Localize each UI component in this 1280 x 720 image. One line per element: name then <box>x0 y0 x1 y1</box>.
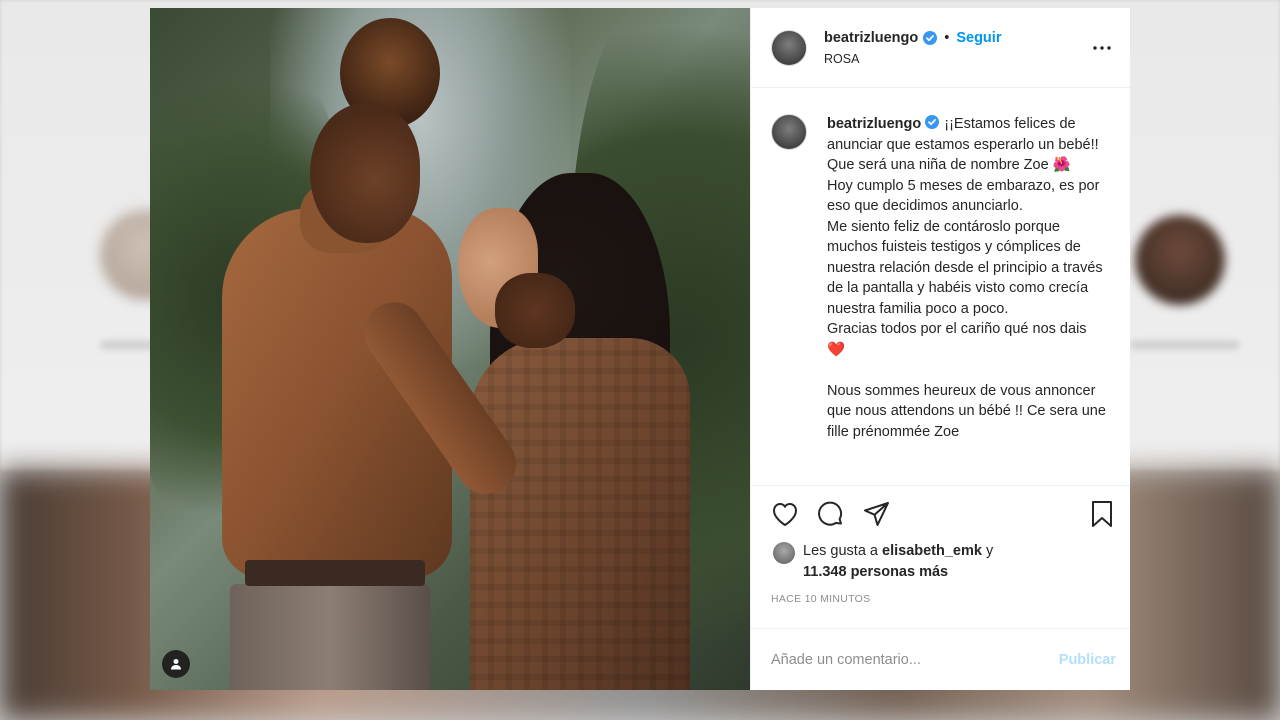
user-tag-icon[interactable] <box>162 650 190 678</box>
caption-avatar[interactable] <box>771 114 807 150</box>
likes-count-link[interactable]: 11.348 personas más <box>803 564 948 580</box>
comments-area[interactable]: beatrizluengo ¡¡Estamos felices de anunci… <box>751 88 1130 485</box>
share-icon[interactable] <box>861 498 893 530</box>
photo-man-hand <box>495 273 575 348</box>
comment-input[interactable] <box>771 651 1059 668</box>
follow-button[interactable]: Seguir <box>956 30 1001 46</box>
bookmark-icon[interactable] <box>1086 498 1118 530</box>
heart-icon[interactable] <box>769 498 801 530</box>
header-text: beatrizluengo • Seguir ROSA <box>824 30 1001 66</box>
post-timestamp[interactable]: HACE 10 MINUTOS <box>751 582 1130 628</box>
more-options-icon[interactable] <box>1090 36 1114 60</box>
background-avatar-right <box>1135 215 1225 305</box>
comment-icon[interactable] <box>815 498 847 530</box>
caption-text: beatrizluengo ¡¡Estamos felices de anunci… <box>827 114 1107 442</box>
liker-username-link[interactable]: elisabeth_emk <box>882 543 982 559</box>
caption-body: ¡¡Estamos felices de anunciar que estamo… <box>827 116 1106 440</box>
avatar[interactable] <box>771 29 807 66</box>
verified-badge-icon <box>923 30 938 45</box>
post-photo[interactable] <box>150 8 750 690</box>
background-text-right <box>1130 340 1240 350</box>
add-comment-bar: Publicar <box>751 628 1130 690</box>
photo-man-head <box>310 103 420 243</box>
likes-summary: Les gusta a elisabeth_emk y 11.348 perso… <box>751 541 1130 582</box>
caption-username[interactable]: beatrizluengo <box>827 116 921 132</box>
verified-badge-icon <box>925 115 940 129</box>
action-bar <box>751 485 1130 541</box>
post-side-panel: beatrizluengo • Seguir ROSA beatrizlueng… <box>750 8 1130 690</box>
username-link[interactable]: beatrizluengo <box>824 30 918 46</box>
photo-man-belt <box>245 560 425 586</box>
likes-and: y <box>986 543 994 559</box>
likes-text: Les gusta a elisabeth_emk y 11.348 perso… <box>803 541 993 582</box>
post-header: beatrizluengo • Seguir ROSA <box>751 8 1130 88</box>
post-caption: beatrizluengo ¡¡Estamos felices de anunci… <box>827 114 1107 485</box>
photo-man-pants <box>230 584 430 690</box>
location-link[interactable]: ROSA <box>824 52 1001 66</box>
likes-prefix: Les gusta a <box>803 543 878 559</box>
liker-avatar[interactable] <box>773 542 795 564</box>
publish-button[interactable]: Publicar <box>1059 652 1116 668</box>
post-modal: beatrizluengo • Seguir ROSA beatrizlueng… <box>150 8 1130 690</box>
separator-dot: • <box>944 29 950 46</box>
header-user-line: beatrizluengo • Seguir <box>824 30 1001 46</box>
photo-woman-coat <box>470 338 690 690</box>
